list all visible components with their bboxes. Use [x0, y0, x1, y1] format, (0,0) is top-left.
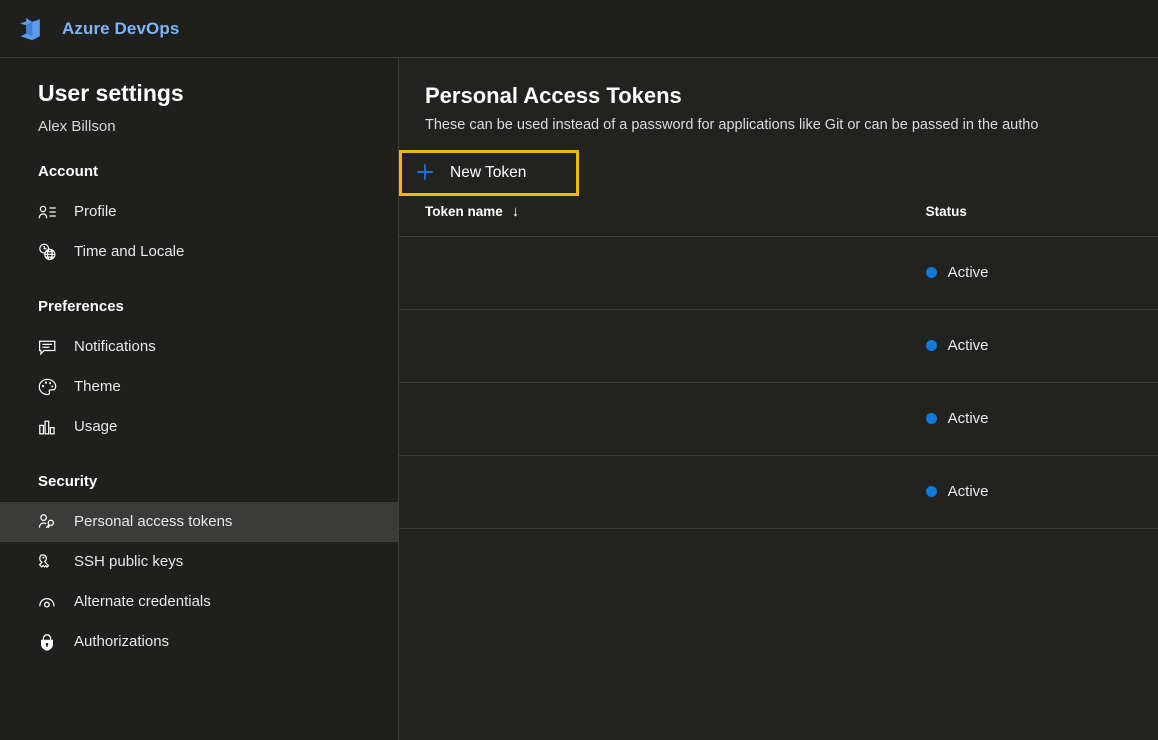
status-badge: Active — [925, 263, 1158, 283]
cell-status: Active — [899, 382, 1158, 456]
sidebar-heading: User settings — [38, 80, 184, 106]
column-header-label: Status — [925, 203, 967, 219]
sidebar-item-usage[interactable]: Usage — [0, 407, 398, 447]
cell-status: Active — [899, 455, 1158, 529]
sidebar-item-time-and-locale[interactable]: Time and Locale — [0, 232, 398, 272]
toolbar: New Token — [399, 135, 1158, 196]
page-description: These can be used instead of a password … — [425, 117, 1039, 133]
main-content: Personal Access Tokens These can be used… — [399, 58, 1158, 740]
sidebar-group-account: Account — [38, 163, 98, 180]
new-token-button[interactable]: New Token — [399, 150, 579, 196]
sidebar-item-authorizations[interactable]: Authorizations — [0, 622, 398, 662]
sidebar-item-label: Authorizations — [74, 633, 170, 650]
page-shell: User settings Alex Billson Account Profi… — [0, 58, 1158, 740]
page-title: Personal Access Tokens — [425, 83, 682, 108]
sidebar-user-name: Alex Billson — [38, 118, 116, 135]
plus-icon — [414, 161, 438, 185]
token-name-sort-control[interactable]: Token name ↓ — [425, 204, 519, 219]
status-dot-icon — [925, 413, 937, 424]
status-badge: Active — [925, 336, 1158, 356]
status-label: Active — [947, 482, 989, 500]
person-list-icon — [38, 202, 60, 222]
eye-icon — [38, 592, 60, 612]
status-badge: Active — [925, 482, 1158, 502]
sidebar-item-personal-access-tokens[interactable]: Personal access tokens — [0, 502, 398, 542]
sidebar-item-notifications[interactable]: Notifications — [0, 327, 398, 367]
sidebar-item-label: Alternate credentials — [74, 593, 211, 610]
sidebar-item-label: Theme — [74, 378, 121, 395]
sidebar-group-security: Security — [38, 473, 98, 490]
comment-icon — [38, 337, 60, 357]
table-row[interactable]: Active — [399, 236, 1158, 310]
table-row[interactable]: Active — [399, 455, 1158, 529]
lock-icon — [38, 632, 60, 652]
sidebar-item-label: SSH public keys — [74, 553, 184, 570]
column-header-label: Token name — [425, 203, 503, 219]
tokens-table: Token name ↓ Status Active Active Active… — [399, 187, 1158, 529]
status-dot-icon — [925, 340, 937, 351]
top-bar: Azure DevOps — [0, 0, 1158, 58]
sidebar-item-theme[interactable]: Theme — [0, 367, 398, 407]
cell-token-name[interactable] — [399, 236, 900, 310]
user-settings-sidebar: User settings Alex Billson Account Profi… — [0, 58, 399, 740]
app-title[interactable]: Azure DevOps — [62, 19, 179, 39]
cell-status: Active — [899, 309, 1158, 383]
sidebar-item-label: Personal access tokens — [74, 513, 233, 530]
table-row[interactable]: Active — [399, 382, 1158, 456]
status-label: Active — [947, 263, 989, 281]
status-label: Active — [947, 409, 989, 427]
arrow-down-icon: ↓ — [511, 202, 520, 220]
cell-token-name[interactable] — [399, 382, 900, 456]
status-badge: Active — [925, 409, 1158, 429]
table-row[interactable]: Active — [399, 309, 1158, 383]
palette-icon — [38, 377, 60, 397]
clock-globe-icon — [38, 242, 60, 262]
sidebar-item-label: Profile — [74, 203, 117, 220]
sidebar-item-label: Notifications — [74, 338, 156, 355]
cell-token-name[interactable] — [399, 309, 900, 383]
column-header-status[interactable]: Status — [899, 187, 1158, 237]
cell-token-name[interactable] — [399, 455, 900, 529]
sidebar-group-preferences: Preferences — [38, 298, 124, 315]
sidebar-item-ssh-public-keys[interactable]: SSH public keys — [0, 542, 398, 582]
sidebar-item-label: Usage — [74, 418, 118, 435]
status-sort-control[interactable]: Status — [926, 204, 967, 219]
status-label: Active — [947, 336, 989, 354]
sidebar-item-label: Time and Locale — [74, 243, 185, 260]
sidebar-item-profile[interactable]: Profile — [0, 192, 398, 232]
tokens-table-body: Active Active Active Active — [399, 236, 1158, 529]
person-key-icon — [38, 512, 60, 532]
status-dot-icon — [925, 486, 937, 497]
new-token-label: New Token — [450, 164, 527, 181]
cell-status: Active — [899, 236, 1158, 310]
sidebar-item-alternate-credentials[interactable]: Alternate credentials — [0, 582, 398, 622]
azure-devops-logo-icon[interactable] — [16, 14, 46, 44]
ssh-key-icon — [38, 552, 60, 572]
status-dot-icon — [925, 267, 937, 278]
bar-chart-icon — [38, 417, 60, 437]
